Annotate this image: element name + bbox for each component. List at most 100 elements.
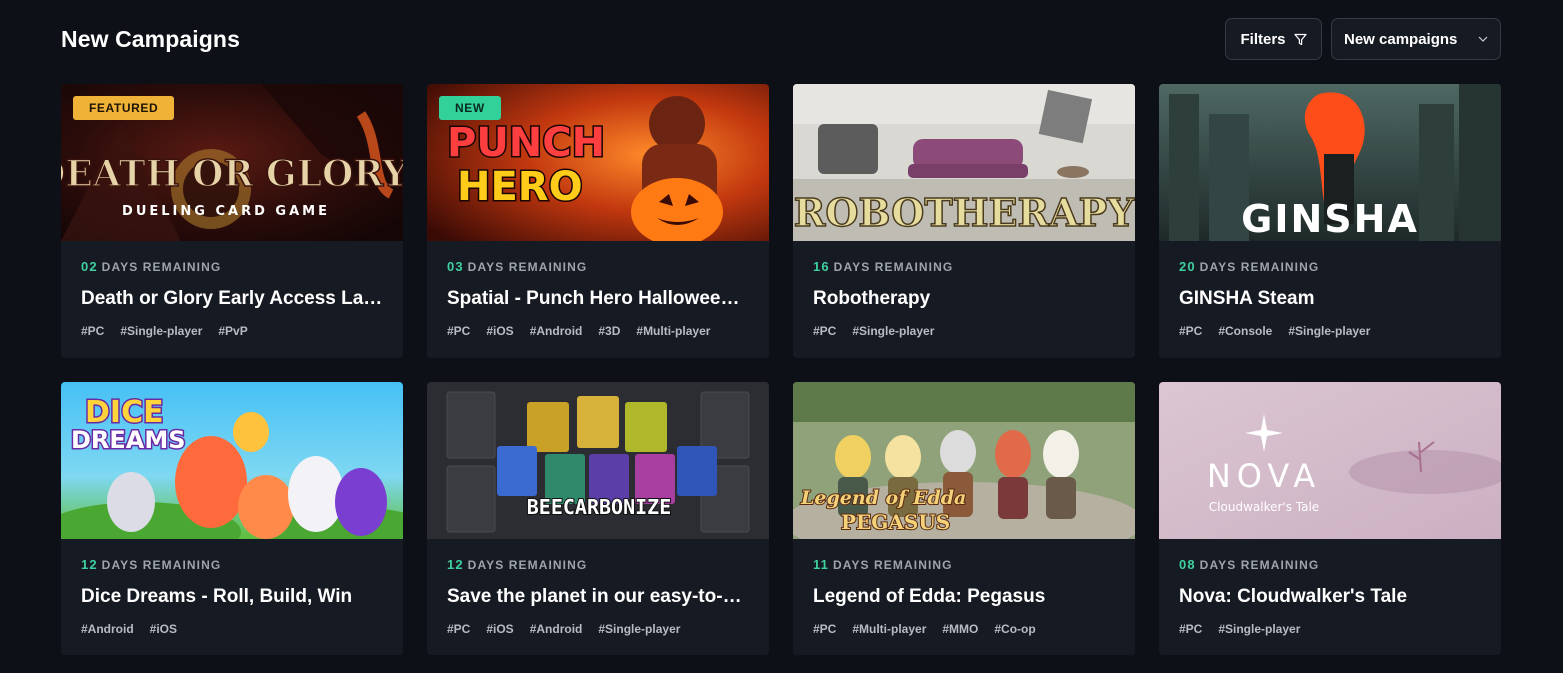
tag[interactable]: #Android	[530, 324, 583, 338]
campaign-card[interactable]: Legend of Edda PEGASUS 11 DAYS REMAINING …	[793, 382, 1135, 655]
page-title: New Campaigns	[61, 26, 240, 52]
days-count: 03	[447, 259, 464, 274]
tag-list: #Android #iOS	[81, 622, 383, 636]
tag-list: #PC #Console #Single-player	[1179, 324, 1481, 338]
tag[interactable]: #Multi-player	[852, 622, 926, 636]
campaign-title[interactable]: Dice Dreams - Roll, Build, Win	[81, 586, 383, 608]
days-remaining: 20 DAYS REMAINING	[1179, 259, 1481, 274]
tag[interactable]: #Single-player	[120, 324, 202, 338]
filters-button-label: Filters	[1240, 30, 1286, 48]
thumbnail-title: NOVA	[1207, 457, 1321, 495]
days-count: 12	[81, 557, 98, 572]
campaign-title[interactable]: GINSHA Steam	[1179, 288, 1481, 310]
tag[interactable]: #PC	[1179, 622, 1202, 636]
filter-funnel-icon	[1293, 33, 1307, 46]
tag[interactable]: #iOS	[486, 324, 513, 338]
thumbnail-subtitle: DREAMS	[71, 426, 186, 454]
campaign-thumbnail: NOVA Cloudwalker's Tale	[1159, 382, 1501, 539]
days-count: 20	[1179, 259, 1196, 274]
tag[interactable]: #3D	[598, 324, 620, 338]
thumbnail-title: DEATH OR GLORY	[61, 153, 403, 195]
tag-list: #PC #Multi-player #MMO #Co-op	[813, 622, 1115, 636]
thumbnail-subtitle: HERO	[457, 164, 583, 210]
tag[interactable]: #iOS	[150, 622, 177, 636]
days-count: 12	[447, 557, 464, 572]
tag[interactable]: #Multi-player	[636, 324, 710, 338]
tag[interactable]: #Android	[530, 622, 583, 636]
campaign-card[interactable]: BEECARBONIZE 12 DAYS REMAINING Save the p…	[427, 382, 769, 655]
tag-list: #PC #Single-player	[813, 324, 1115, 338]
thumbnail-title: BEECARBONIZE	[527, 495, 672, 519]
thumbnail-title: ROBOTHERAPY	[794, 190, 1135, 235]
days-label: DAYS REMAINING	[1199, 260, 1320, 274]
campaigns-page: New Campaigns Filters New campaigns DEAT…	[0, 0, 1563, 673]
tag[interactable]: #Console	[1218, 324, 1272, 338]
campaign-thumbnail: GINSHA	[1159, 84, 1501, 241]
campaign-card[interactable]: ROBOTHERAPY 16 DAYS REMAINING Robotherapy…	[793, 84, 1135, 358]
filters-button[interactable]: Filters	[1225, 18, 1322, 60]
campaign-thumbnail: ROBOTHERAPY	[793, 84, 1135, 241]
sort-dropdown[interactable]: New campaigns	[1331, 18, 1501, 60]
days-remaining: 12 DAYS REMAINING	[447, 557, 749, 572]
campaign-title[interactable]: Nova: Cloudwalker's Tale	[1179, 586, 1481, 608]
days-count: 02	[81, 259, 98, 274]
campaign-card[interactable]: PUNCH HERO NEW 03 DAYS REMAINING Spatial …	[427, 84, 769, 358]
thumbnail-title: DICE	[85, 395, 164, 430]
chevron-down-icon	[1478, 36, 1488, 42]
days-label: DAYS REMAINING	[833, 260, 954, 274]
days-remaining: 08 DAYS REMAINING	[1179, 557, 1481, 572]
days-remaining: 16 DAYS REMAINING	[813, 259, 1115, 274]
campaign-card[interactable]: GINSHA 20 DAYS REMAINING GINSHA Steam #PC…	[1159, 84, 1501, 358]
days-label: DAYS REMAINING	[467, 558, 588, 572]
days-label: DAYS REMAINING	[101, 260, 222, 274]
days-label: DAYS REMAINING	[467, 260, 588, 274]
tag-list: #PC #Single-player #PvP	[81, 324, 383, 338]
tag-list: #PC #iOS #Android #Single-player	[447, 622, 749, 636]
days-label: DAYS REMAINING	[832, 558, 953, 572]
tag[interactable]: #PC	[1179, 324, 1202, 338]
campaign-thumbnail: BEECARBONIZE	[427, 382, 769, 539]
tag[interactable]: #PC	[813, 622, 836, 636]
days-remaining: 11 DAYS REMAINING	[813, 557, 1115, 572]
tag[interactable]: #Single-player	[1288, 324, 1370, 338]
tag[interactable]: #Single-player	[598, 622, 680, 636]
campaign-card[interactable]: DICE DREAMS 12 DAYS REMAINING Dice Dreams…	[61, 382, 403, 655]
days-remaining: 03 DAYS REMAINING	[447, 259, 749, 274]
days-label: DAYS REMAINING	[1199, 558, 1320, 572]
thumbnail-title: GINSHA	[1241, 197, 1419, 241]
tag[interactable]: #PC	[447, 622, 470, 636]
tag[interactable]: #PC	[447, 324, 470, 338]
thumbnail-subtitle: DUELING CARD GAME	[122, 204, 330, 219]
tag-list: #PC #Single-player	[1179, 622, 1481, 636]
campaign-card[interactable]: NOVA Cloudwalker's Tale 08 DAYS REMAINING…	[1159, 382, 1501, 655]
campaign-title[interactable]: Save the planet in our easy-to-…	[447, 586, 749, 608]
campaign-thumbnail: DEATH OR GLORY DUELING CARD GAME FEATURE…	[61, 84, 403, 241]
sort-dropdown-label: New campaigns	[1344, 30, 1458, 48]
tag[interactable]: #Single-player	[852, 324, 934, 338]
thumbnail-title: Legend of Edda	[800, 487, 966, 509]
days-count: 11	[813, 557, 829, 572]
tag-list: #PC #iOS #Android #3D #Multi-player	[447, 324, 749, 338]
days-remaining: 02 DAYS REMAINING	[81, 259, 383, 274]
campaign-title[interactable]: Death or Glory Early Access La…	[81, 288, 383, 310]
toolbar: Filters New campaigns	[1225, 18, 1501, 60]
days-count: 16	[813, 259, 830, 274]
campaign-title[interactable]: Robotherapy	[813, 288, 1115, 310]
featured-badge: FEATURED	[73, 96, 175, 120]
campaign-thumbnail: PUNCH HERO NEW	[427, 84, 769, 241]
campaign-title[interactable]: Legend of Edda: Pegasus	[813, 586, 1115, 608]
new-badge: NEW	[439, 96, 501, 120]
tag[interactable]: #MMO	[942, 622, 978, 636]
tag[interactable]: #iOS	[486, 622, 513, 636]
tag[interactable]: #PC	[813, 324, 836, 338]
campaign-title[interactable]: Spatial - Punch Hero Hallowee…	[447, 288, 749, 310]
campaign-card[interactable]: DEATH OR GLORY DUELING CARD GAME FEATURE…	[61, 84, 403, 358]
tag[interactable]: #PvP	[218, 324, 247, 338]
campaign-thumbnail: Legend of Edda PEGASUS	[793, 382, 1135, 539]
thumbnail-title: PUNCH	[447, 120, 605, 166]
days-remaining: 12 DAYS REMAINING	[81, 557, 383, 572]
tag[interactable]: #Single-player	[1218, 622, 1300, 636]
tag[interactable]: #Android	[81, 622, 134, 636]
tag[interactable]: #Co-op	[994, 622, 1035, 636]
tag[interactable]: #PC	[81, 324, 104, 338]
